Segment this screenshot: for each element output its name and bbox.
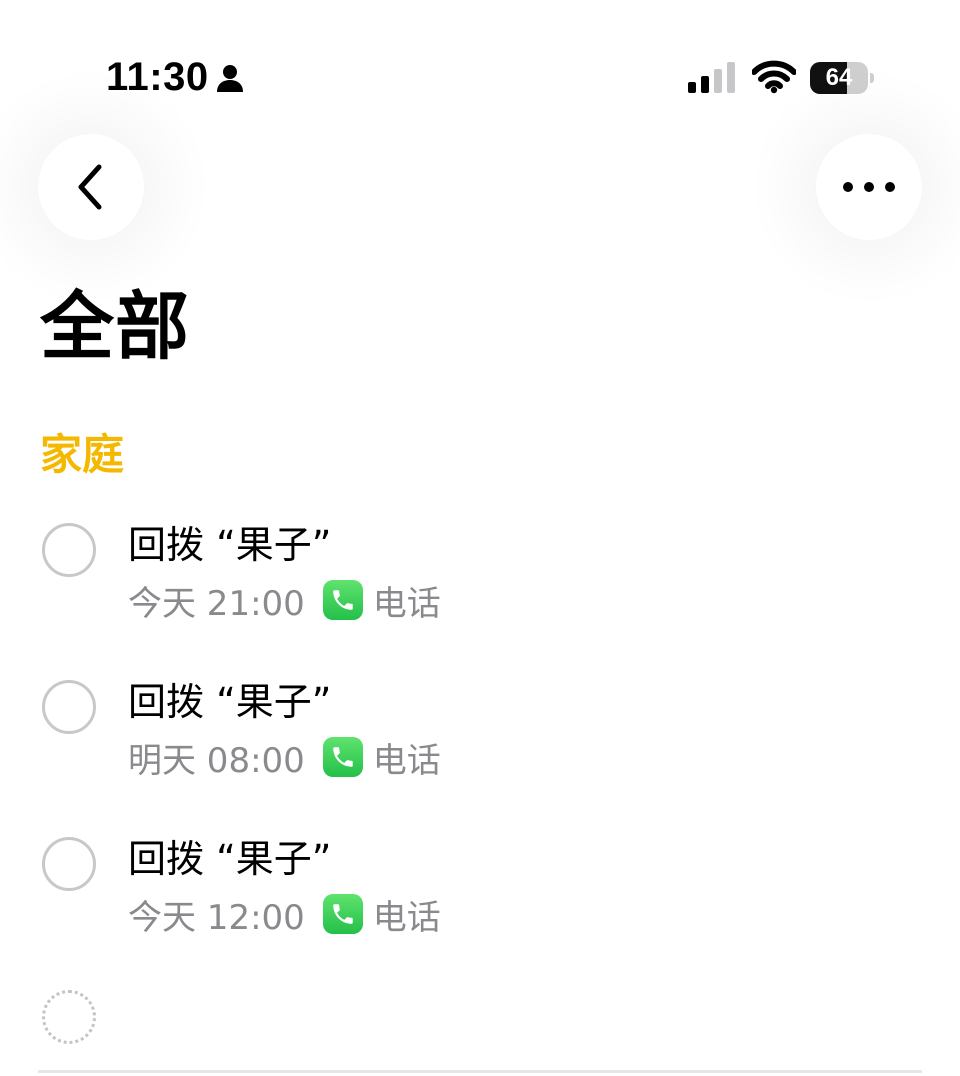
page-title: 全部 <box>40 284 190 370</box>
divider <box>38 1070 922 1073</box>
new-reminder-circle-icon[interactable] <box>42 990 96 1044</box>
phone-icon[interactable] <box>322 894 363 934</box>
phone-action-label[interactable]: 电话 <box>373 576 441 625</box>
reminder-due-time: 今天 12:00 <box>128 897 305 938</box>
reminder-details: 明天 08:00 电话 <box>128 733 441 781</box>
more-button[interactable] <box>816 134 922 240</box>
reminder-title[interactable]: 回拨 “果子” <box>128 834 331 884</box>
chevron-left-icon <box>78 164 102 210</box>
complete-checkbox[interactable] <box>42 523 96 577</box>
battery-percent: 64 <box>825 64 853 91</box>
reminder-details: 今天 21:00 电话 <box>128 576 441 624</box>
section-title: 家庭 <box>40 430 125 479</box>
battery-indicator: 64 <box>810 62 874 94</box>
phone-icon[interactable] <box>322 737 363 777</box>
complete-checkbox[interactable] <box>42 837 96 891</box>
battery-body: 64 <box>810 62 868 94</box>
phone-action-label[interactable]: 电话 <box>373 733 441 782</box>
complete-checkbox[interactable] <box>42 680 96 734</box>
person-icon <box>217 65 243 92</box>
reminder-item[interactable]: 回拨 “果子” 今天 12:00 电话 <box>0 834 960 954</box>
reminder-due-time: 明天 08:00 <box>128 740 305 781</box>
reminder-details: 今天 12:00 电话 <box>128 890 441 938</box>
cellular-signal-icon <box>688 62 735 93</box>
phone-action-label[interactable]: 电话 <box>373 890 441 939</box>
reminder-due-time: 今天 21:00 <box>128 583 305 624</box>
reminder-item[interactable]: 回拨 “果子” 明天 08:00 电话 <box>0 677 960 797</box>
status-time: 11:30 <box>106 55 209 99</box>
back-button[interactable] <box>38 134 144 240</box>
reminder-title[interactable]: 回拨 “果子” <box>128 520 331 570</box>
reminder-title[interactable]: 回拨 “果子” <box>128 677 331 727</box>
wifi-icon <box>752 60 796 94</box>
ellipsis-icon <box>843 182 895 192</box>
reminder-item[interactable]: 回拨 “果子” 今天 21:00 电话 <box>0 520 960 640</box>
phone-icon[interactable] <box>322 580 363 620</box>
battery-cap <box>870 73 874 83</box>
